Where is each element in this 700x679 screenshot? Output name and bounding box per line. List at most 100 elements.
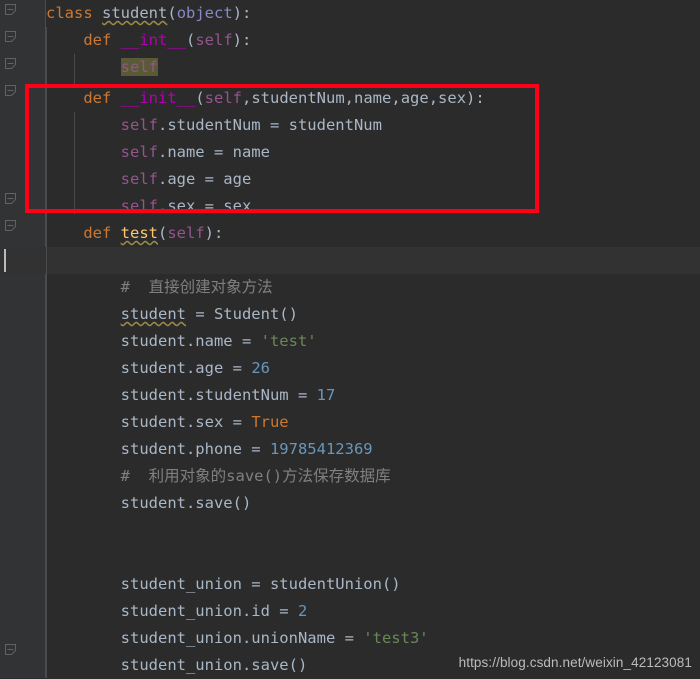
- code-token: 17: [316, 386, 336, 404]
- code-token: ):: [232, 4, 252, 22]
- code-token: True: [251, 413, 289, 431]
- code-line-24[interactable]: student_union.unionName = 'test3': [0, 625, 700, 652]
- code-line-21[interactable]: [0, 544, 700, 571]
- code-token: student.name =: [120, 332, 261, 350]
- code-line-6[interactable]: self.name = name: [0, 139, 700, 166]
- code-token: def: [83, 224, 112, 242]
- code-line-10[interactable]: [0, 247, 700, 274]
- code-token: ,: [344, 89, 355, 107]
- code-line-5[interactable]: self.studentNum = studentNum: [0, 112, 700, 139]
- code-token: (: [186, 31, 196, 49]
- code-token: self: [167, 224, 205, 242]
- code-content-area[interactable]: class student(object): def __int__(self)…: [0, 0, 700, 678]
- code-editor[interactable]: class student(object): def __int__(self)…: [0, 0, 700, 678]
- code-token: (: [158, 224, 168, 242]
- code-line-text: student.save(): [46, 490, 252, 517]
- code-token: self: [120, 116, 158, 134]
- code-token: student.age =: [120, 359, 252, 377]
- code-token: # 直接创建对象方法: [120, 278, 273, 296]
- code-line-3[interactable]: self: [0, 54, 700, 81]
- code-line-8[interactable]: self.sex = sex: [0, 193, 700, 220]
- code-line-text: student.name = 'test': [46, 328, 317, 355]
- code-line-23[interactable]: student_union.id = 2: [0, 598, 700, 625]
- code-token: sex: [438, 89, 467, 107]
- code-token: ):: [232, 31, 252, 49]
- code-line-22[interactable]: student_union = studentUnion(): [0, 571, 700, 598]
- code-token: .studentNum = studentNum: [157, 116, 382, 134]
- code-token: self: [120, 143, 158, 161]
- code-line-text: self.name = name: [46, 139, 270, 166]
- code-token: class: [46, 4, 93, 22]
- code-line-4[interactable]: def __init__(self,studentNum,name,age,se…: [0, 85, 700, 112]
- code-token: object: [176, 4, 233, 22]
- code-line-17[interactable]: student.phone = 19785412369: [0, 436, 700, 463]
- code-line-text: # 直接创建对象方法: [46, 274, 273, 301]
- code-line-18[interactable]: # 利用对象的save()方法保存数据库: [0, 463, 700, 490]
- code-token: student_union.save(): [120, 656, 308, 674]
- code-line-text: self.studentNum = studentNum: [46, 112, 382, 139]
- code-line-16[interactable]: student.sex = True: [0, 409, 700, 436]
- code-token: __int__: [120, 31, 186, 49]
- code-line-19[interactable]: student.save(): [0, 490, 700, 517]
- code-token: student_union = studentUnion(): [120, 575, 401, 593]
- code-token: ):: [466, 89, 485, 107]
- code-token: self: [120, 197, 158, 215]
- code-token: # 利用对象的save()方法保存数据库: [120, 467, 391, 485]
- code-line-13[interactable]: student.name = 'test': [0, 328, 700, 355]
- code-line-11[interactable]: # 直接创建对象方法: [0, 274, 700, 301]
- code-token: name: [354, 89, 392, 107]
- code-token: self: [195, 31, 233, 49]
- code-token: student.save(): [120, 494, 252, 512]
- code-line-9[interactable]: def test(self):: [0, 220, 700, 247]
- code-line-text: student = Student(): [46, 301, 298, 328]
- code-line-text: class student(object):: [46, 0, 251, 27]
- code-token: student_union.id =: [120, 602, 298, 620]
- code-line-text: def __init__(self,studentNum,name,age,se…: [46, 85, 485, 112]
- code-line-7[interactable]: self.age = age: [0, 166, 700, 193]
- code-line-text: student_union.save(): [46, 652, 308, 679]
- code-line-12[interactable]: student = Student(): [0, 301, 700, 328]
- code-token: ):: [204, 224, 224, 242]
- code-token: self: [120, 170, 158, 188]
- code-token: 'test': [260, 332, 317, 350]
- code-token: student.sex =: [120, 413, 252, 431]
- code-token: student: [102, 4, 168, 22]
- code-token: .sex = sex: [157, 197, 252, 215]
- code-line-14[interactable]: student.age = 26: [0, 355, 700, 382]
- code-token: self: [204, 89, 242, 107]
- code-line-1[interactable]: class student(object):: [0, 0, 700, 27]
- code-line-20[interactable]: [0, 517, 700, 544]
- code-line-text: self.sex = sex: [46, 193, 252, 220]
- code-token: student.studentNum =: [120, 386, 317, 404]
- code-line-text: self.age = age: [46, 166, 252, 193]
- code-line-15[interactable]: student.studentNum = 17: [0, 382, 700, 409]
- code-token: self: [120, 58, 158, 76]
- code-line-text: student.studentNum = 17: [46, 382, 336, 409]
- code-token: age: [400, 89, 429, 107]
- code-line-text: student_union.id = 2: [46, 598, 308, 625]
- code-token: studentNum: [251, 89, 345, 107]
- code-line-text: self: [46, 54, 158, 81]
- code-token: 19785412369: [269, 440, 373, 458]
- code-token: __init__: [120, 89, 196, 107]
- code-token: ,: [428, 89, 439, 107]
- code-line-2[interactable]: def __int__(self):: [0, 27, 700, 54]
